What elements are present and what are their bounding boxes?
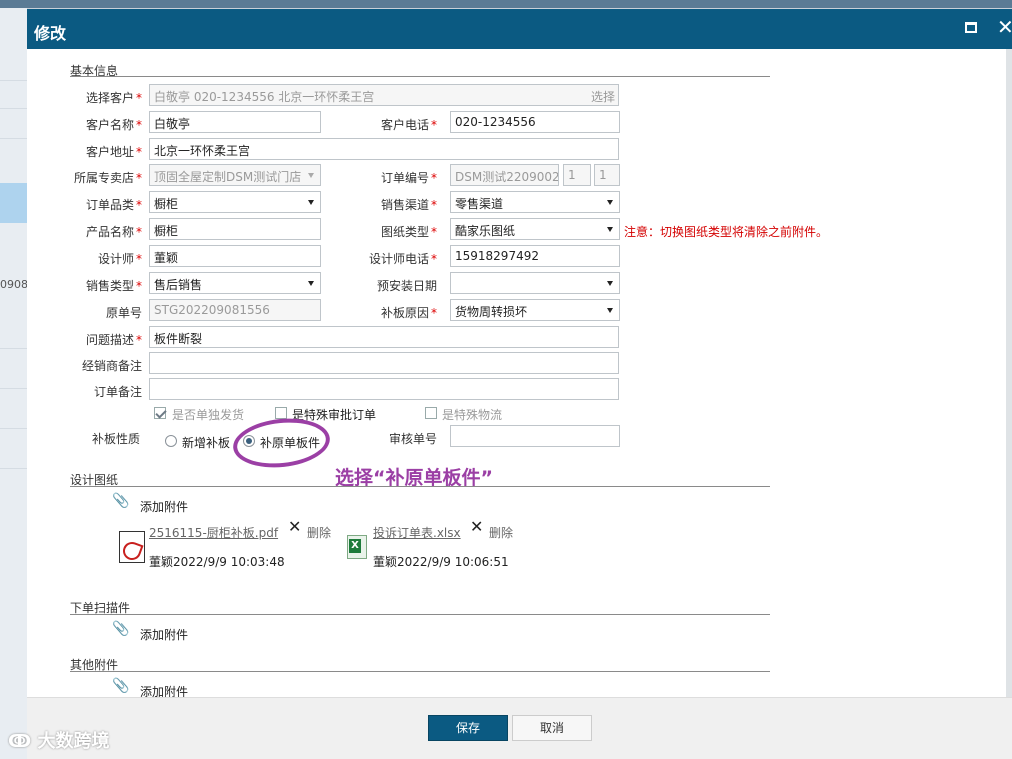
sidebar-row-divider [0,428,27,429]
delete-attachment-link[interactable]: 删除 [489,524,513,541]
designer-phone-label: 设计师电话 * [368,252,437,266]
attachment-file-link[interactable]: 2516115-厨柜补板.pdf [149,524,278,541]
section-divider [70,671,770,672]
customer-name-label: 客户名称 * [85,118,142,132]
dealer-note-label: 经销商备注 [81,359,142,373]
order-no-part1[interactable]: 1 [563,164,591,186]
order-note-input[interactable] [149,378,619,400]
customer-select-field[interactable]: 白敬亭 020-1234556 北京一环怀柔王宫 选择 [149,84,619,106]
section-basic-info: 基本信息 [70,64,119,78]
sidebar-row-divider [0,108,27,109]
customer-phone-label: 客户电话 * [380,118,437,132]
designer-phone-input[interactable]: 15918297492 [450,245,620,267]
attachment-meta: 董颖2022/9/9 10:06:51 [373,555,509,569]
maximize-icon[interactable] [965,22,977,33]
section-design-drawings: 设计图纸 [70,473,119,487]
order-category-select[interactable]: 橱柜 [149,191,321,213]
section-order-scan: 下单扫描件 [70,601,131,615]
store-select[interactable]: 顶固全屋定制DSM测试门店 [149,164,321,186]
special-approval-checkbox[interactable] [275,407,287,419]
audit-no-input[interactable] [450,425,620,447]
sales-type-label: 销售类型 * [85,279,142,293]
special-logistics-checkbox[interactable] [425,407,437,419]
edit-dialog: 修改 ✕ 基本信息 选择客户 * 白敬亭 020-1234556 北京一环怀柔王宫… [27,9,1012,759]
order-no-input[interactable]: DSM测试2209002 [450,164,559,186]
customer-address-label: 客户地址 * [85,145,142,159]
sidebar-row-divider [0,80,27,81]
new-patch-radio[interactable] [165,435,177,447]
save-button[interactable]: 保存 [428,715,508,741]
problem-input[interactable]: 板件断裂 [149,326,619,348]
background-sidebar: 0908 [0,8,28,759]
store-label: 所属专卖店 * [73,171,142,185]
product-name-input[interactable]: 橱柜 [149,218,321,240]
delete-x-icon[interactable]: ✕ [470,519,483,535]
separate-shipping-checkbox[interactable] [154,407,166,419]
original-no-input[interactable]: STG202209081556 [149,299,321,321]
section-divider [70,76,770,77]
background-top-bar [0,0,1012,8]
sales-channel-label: 销售渠道 * [380,198,437,212]
new-patch-label: 新增补板 [182,436,231,450]
paperclip-icon[interactable]: 📎 [112,621,129,637]
audit-no-label: 审核单号 [388,432,437,446]
drawing-type-label: 图纸类型 * [380,225,437,239]
sidebar-row-divider [0,388,27,389]
sidebar-row-divider [0,348,27,349]
customer-address-input[interactable]: 北京一环怀柔王宫 [149,138,619,160]
add-attachment-link[interactable]: 添加附件 [140,626,188,643]
watermark-logo-icon: ↂ [8,731,32,752]
reason-label: 补板原因 * [380,306,437,320]
select-customer-link[interactable]: 选择 [591,88,615,105]
attachment-meta: 董颖2022/9/9 10:03:48 [149,555,285,569]
sales-channel-select[interactable]: 零售渠道 [450,191,620,213]
patch-type-label: 补板性质 [91,432,140,446]
designer-input[interactable]: 董颖 [149,245,321,267]
sales-type-select[interactable]: 售后销售 [149,272,321,294]
customer-select-label: 选择客户 * [85,91,142,105]
section-divider [70,486,770,487]
separate-shipping-label: 是否单独发货 [172,408,245,422]
designer-label: 设计师 * [97,252,142,266]
order-no-label: 订单编号 * [380,171,437,185]
add-attachment-link[interactable]: 添加附件 [140,498,188,515]
reason-select[interactable]: 货物周转损坏 [450,299,620,321]
sidebar-row-divider [0,138,27,139]
watermark: ↂ 大数跨境 [8,727,109,753]
customer-phone-input[interactable]: 020-1234556 [450,111,620,133]
dealer-note-input[interactable] [149,352,619,374]
background-fragment-text: 0908 [0,278,28,291]
sidebar-row-divider [0,468,27,469]
problem-label: 问题描述 * [85,333,142,347]
sidebar-highlight-row[interactable] [0,183,27,223]
delete-x-icon[interactable]: ✕ [288,519,301,535]
special-logistics-label: 是特殊物流 [442,408,503,422]
dialog-header: 修改 ✕ [27,9,1012,49]
section-other-attachments: 其他附件 [70,658,119,672]
dialog-scrollbar[interactable] [1006,49,1012,697]
install-date-label: 预安装日期 [376,279,437,293]
order-note-label: 订单备注 [93,385,142,399]
close-icon[interactable]: ✕ [997,15,1012,39]
delete-attachment-link[interactable]: 删除 [307,524,331,541]
paperclip-icon[interactable]: 📎 [112,678,129,694]
customer-select-value: 白敬亭 020-1234556 北京一环怀柔王宫 [154,90,375,104]
customer-name-input[interactable]: 白敬亭 [149,111,321,133]
excel-icon [347,535,367,559]
attachment-file-link[interactable]: 投诉订单表.xlsx [373,524,461,541]
paperclip-icon[interactable]: 📎 [112,493,129,509]
order-no-part2[interactable]: 1 [594,164,620,186]
section-divider [70,614,770,615]
dialog-title: 修改 [34,24,67,43]
order-category-label: 订单品类 * [85,198,142,212]
pdf-icon [119,531,145,563]
drawing-type-warning: 注意：切换图纸类型将清除之前附件。 [624,225,829,239]
dialog-footer: 保存 取消 [27,697,1012,759]
product-name-label: 产品名称 * [85,225,142,239]
drawing-type-select[interactable]: 酷家乐图纸 [450,218,620,240]
watermark-text: 大数跨境 [37,731,110,752]
original-no-label: 原单号 [105,306,142,320]
install-date-select[interactable] [450,272,620,294]
cancel-button[interactable]: 取消 [512,715,592,741]
